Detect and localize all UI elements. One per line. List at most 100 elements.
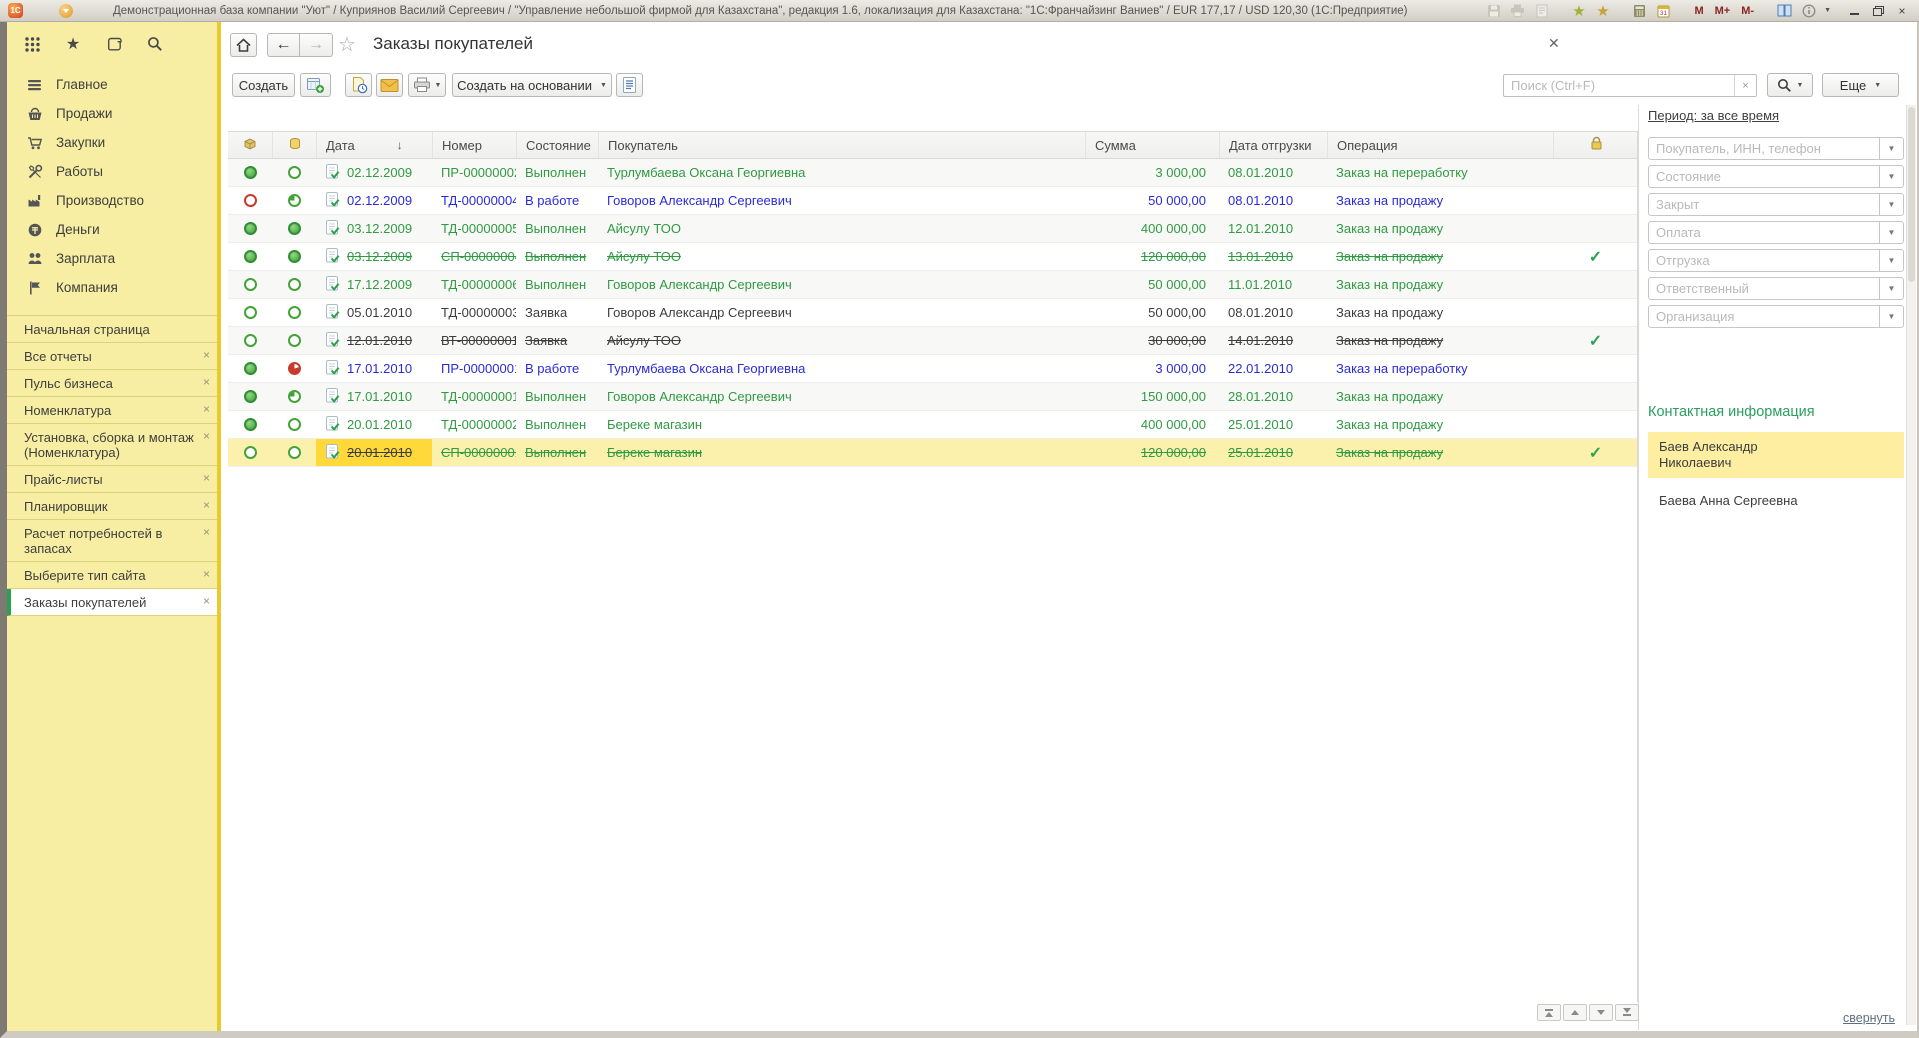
sidebar-tab-6[interactable]: Прайс-листы× <box>7 466 217 493</box>
more-button[interactable]: Еще▼ <box>1822 73 1899 97</box>
close-tab-icon[interactable]: × <box>203 348 210 363</box>
dropdown-arrow-icon[interactable]: ▼ <box>1879 306 1903 327</box>
search-input[interactable] <box>1504 75 1734 96</box>
close-window-button[interactable]: × <box>1895 4 1909 18</box>
filter-field-7[interactable]: Организация▼ <box>1648 305 1904 328</box>
column-header-date[interactable]: Дата↓ <box>316 132 432 158</box>
order-row-10[interactable]: 20.01.2010ТД-00000002ВыполненБереке мага… <box>228 411 1637 439</box>
column-header-buyer[interactable]: Покупатель <box>598 132 1085 158</box>
sidebar-section-3[interactable]: Закупки <box>7 128 217 157</box>
order-row-4[interactable]: 03.12.2009СП-00000004ВыполненАйсулу ТОО1… <box>228 243 1637 271</box>
dropdown-arrow-icon[interactable]: ▼ <box>1879 194 1903 215</box>
info-icon[interactable] <box>1800 3 1817 19</box>
order-row-3[interactable]: 03.12.2009ТД-00000005ВыполненАйсулу ТОО4… <box>228 215 1637 243</box>
create-button[interactable]: Создать <box>232 73 295 97</box>
sidebar-section-1[interactable]: Главное <box>7 70 217 99</box>
column-header-number[interactable]: Номер <box>432 132 516 158</box>
filter-field-2[interactable]: Состояние▼ <box>1648 165 1904 188</box>
close-tab-icon[interactable]: × <box>203 525 210 540</box>
close-tab-icon[interactable]: × <box>203 594 210 609</box>
close-tab-icon[interactable]: × <box>203 567 210 582</box>
dropdown-arrow-icon[interactable]: ▼ <box>1879 250 1903 271</box>
sidebar-tab-7[interactable]: Планировщик× <box>7 493 217 520</box>
sidebar-section-2[interactable]: Продажи <box>7 99 217 128</box>
sidebar-section-5[interactable]: Производство <box>7 186 217 215</box>
sidebar-section-4[interactable]: Работы <box>7 157 217 186</box>
filter-field-6[interactable]: Ответственный▼ <box>1648 277 1904 300</box>
sections-grid-icon[interactable] <box>23 35 41 53</box>
close-tab-icon[interactable]: × <box>203 402 210 417</box>
home-button[interactable] <box>230 33 257 57</box>
payment-status-column-header[interactable] <box>272 132 316 158</box>
print-button[interactable]: ▼ <box>408 73 446 97</box>
clear-search-icon[interactable]: × <box>1734 75 1756 96</box>
find-button[interactable]: ▼ <box>1767 73 1813 97</box>
order-row-7[interactable]: 12.01.2010ВТ-00000001ЗаявкаАйсулу ТОО30 … <box>228 327 1637 355</box>
save-icon[interactable] <box>1485 3 1502 19</box>
split-window-icon[interactable] <box>1776 3 1793 19</box>
sidebar-section-6[interactable]: Деньги <box>7 215 217 244</box>
forward-button[interactable]: → <box>300 33 333 57</box>
closed-column-header[interactable] <box>1553 132 1638 158</box>
column-header-operation[interactable]: Операция <box>1327 132 1553 158</box>
order-row-9[interactable]: 17.01.2010ТД-00000001ВыполненГоворов Але… <box>228 383 1637 411</box>
sidebar-tab-2[interactable]: Все отчеты× <box>7 343 217 370</box>
memory-plus-button[interactable]: M+ <box>1713 5 1733 17</box>
dropdown-arrow-icon[interactable]: ▼ <box>1879 278 1903 299</box>
favorites-icon[interactable]: ★ <box>64 35 82 53</box>
sidebar-tab-8[interactable]: Расчет потребностей в запасах× <box>7 520 217 562</box>
sidebar-tab-5[interactable]: Установка, сборка и монтаж (Номенклатура… <box>7 424 217 466</box>
search-icon[interactable] <box>146 35 164 53</box>
close-tab-icon[interactable]: × <box>203 471 210 486</box>
memory-minus-button[interactable]: M- <box>1739 5 1756 17</box>
filter-field-5[interactable]: Отгрузка▼ <box>1648 249 1904 272</box>
go-to-bottom-button[interactable] <box>1615 1004 1639 1021</box>
order-row-1[interactable]: 02.12.2009ПР-00000002ВыполненТурлумбаева… <box>228 159 1637 187</box>
column-header-sum[interactable]: Сумма <box>1085 132 1219 158</box>
sidebar-section-7[interactable]: Зарплата <box>7 244 217 273</box>
calendar-icon[interactable]: 31 <box>1655 3 1672 19</box>
order-row-5[interactable]: 17.12.2009ТД-00000006ВыполненГоворов Але… <box>228 271 1637 299</box>
dropdown-arrow-icon[interactable]: ▼ <box>1879 222 1903 243</box>
scrollbar-thumb[interactable] <box>1908 107 1915 282</box>
close-tab-icon[interactable]: × <box>203 375 210 390</box>
add-favorite-star-icon[interactable]: ★ <box>1570 3 1587 19</box>
close-form-icon[interactable]: ✕ <box>1548 35 1560 52</box>
favorites-star-icon[interactable]: ★ <box>1594 3 1611 19</box>
order-row-6[interactable]: 05.01.2010ТД-00000003ЗаявкаГоворов Алекс… <box>228 299 1637 327</box>
favorite-star-icon[interactable]: ☆ <box>338 32 356 57</box>
sidebar-tab-3[interactable]: Пульс бизнеса× <box>7 370 217 397</box>
next-page-button[interactable] <box>1589 1004 1613 1021</box>
restore-button[interactable] <box>1871 4 1885 18</box>
send-email-button[interactable] <box>376 73 403 97</box>
order-row-11[interactable]: 20.01.2010СП-00000001ВыполненБереке мага… <box>228 439 1637 467</box>
main-menu-button[interactable] <box>59 4 73 18</box>
collapse-link[interactable]: свернуть <box>1843 1011 1895 1025</box>
period-link[interactable]: Период: за все время <box>1648 108 1779 123</box>
column-header-ship-date[interactable]: Дата отгрузки <box>1219 132 1327 158</box>
shipment-status-column-header[interactable] <box>228 132 272 158</box>
close-tab-icon[interactable]: × <box>203 429 210 444</box>
sidebar-section-8[interactable]: Компания <box>7 273 217 302</box>
create-based-on-button[interactable]: Создать на основании▼ <box>452 73 612 97</box>
info-dropdown-icon[interactable]: ▼ <box>1824 7 1831 14</box>
dropdown-arrow-icon[interactable]: ▼ <box>1879 166 1903 187</box>
dropdown-arrow-icon[interactable]: ▼ <box>1879 138 1903 159</box>
panel-scrollbar[interactable] <box>1906 105 1916 1025</box>
go-to-top-button[interactable] <box>1537 1004 1561 1021</box>
history-icon[interactable] <box>105 35 123 53</box>
order-row-2[interactable]: 02.12.2009ТД-00000004В работеГоворов Але… <box>228 187 1637 215</box>
set-deadline-button[interactable] <box>345 73 372 97</box>
print-icon[interactable] <box>1509 3 1526 19</box>
minimize-button[interactable] <box>1847 4 1861 18</box>
previous-page-button[interactable] <box>1563 1004 1587 1021</box>
back-button[interactable]: ← <box>267 33 300 57</box>
sidebar-tab-10[interactable]: Заказы покупателей× <box>7 589 217 616</box>
calculator-icon[interactable] <box>1631 3 1648 19</box>
filter-field-3[interactable]: Закрыт▼ <box>1648 193 1904 216</box>
create-by-copy-button[interactable] <box>300 73 331 97</box>
column-header-state[interactable]: Состояние <box>516 132 598 158</box>
preview-icon[interactable] <box>1533 3 1550 19</box>
filter-field-1[interactable]: Покупатель, ИНН, телефон▼ <box>1648 137 1904 160</box>
filter-field-4[interactable]: Оплата▼ <box>1648 221 1904 244</box>
